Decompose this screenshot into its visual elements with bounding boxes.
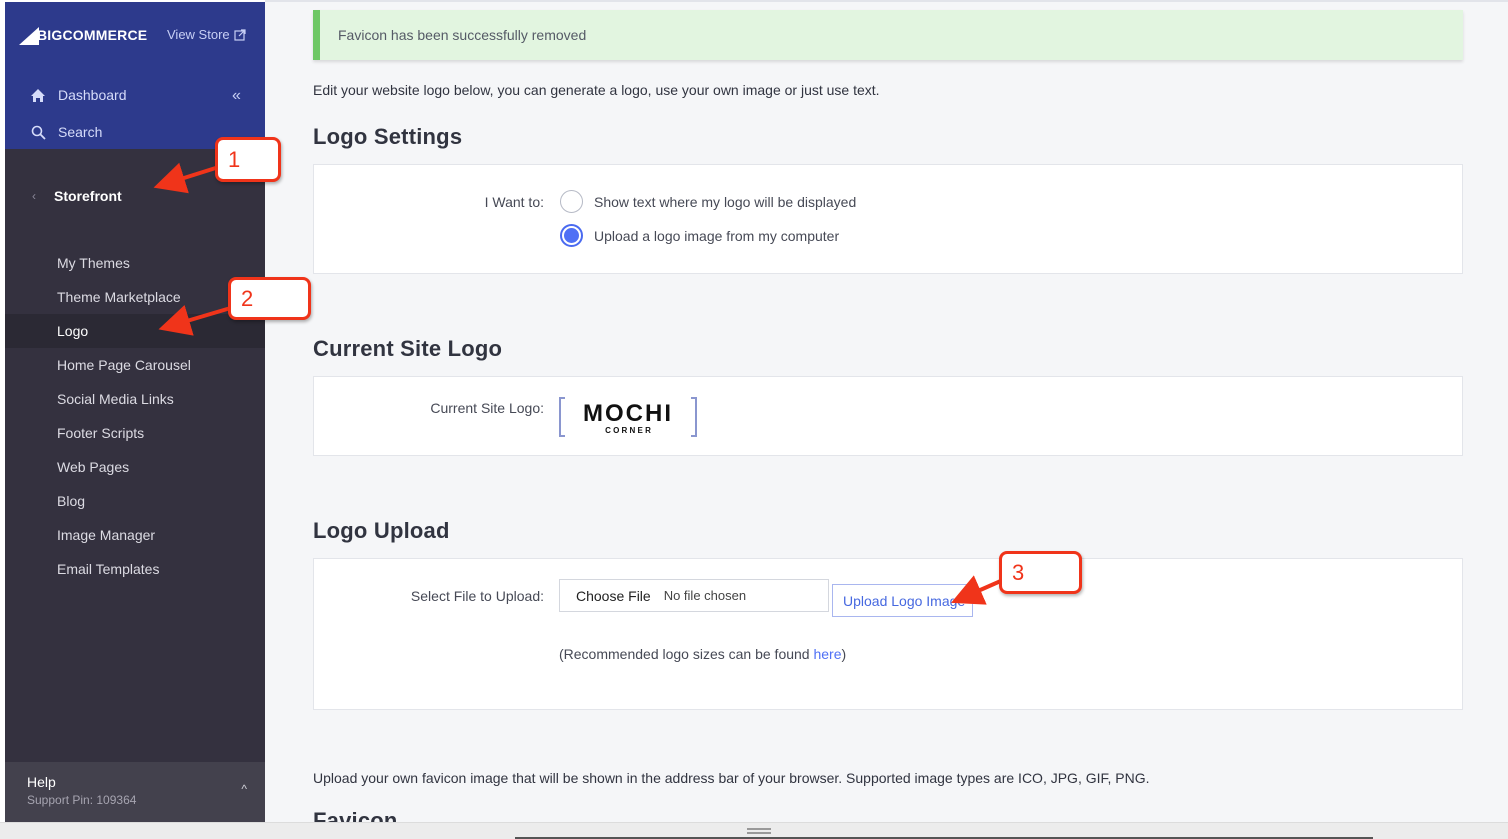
rec-suffix: ): [841, 646, 847, 662]
sidebar-item-label: My Themes: [57, 255, 130, 271]
logo-settings-title: Logo Settings: [313, 124, 463, 149]
sidebar-item-label: Image Manager: [57, 527, 156, 543]
sidebar-item-label: Logo: [57, 323, 89, 339]
sidebar-item-label: Web Pages: [57, 459, 130, 475]
sidebar-item-logo[interactable]: Logo: [5, 314, 265, 348]
chevron-left-icon: ‹: [32, 189, 36, 203]
storefront-back-nav[interactable]: ‹ Storefront: [32, 188, 122, 204]
sidebar-item-my-themes[interactable]: My Themes: [5, 246, 265, 280]
sidebar-item-theme-marketplace[interactable]: Theme Marketplace: [5, 280, 265, 314]
nav-search-label: Search: [58, 124, 103, 140]
recommended-sizes-note: (Recommended logo sizes can be found her…: [559, 646, 846, 662]
bigcommerce-logo[interactable]: BIGCOMMERCE: [19, 24, 147, 46]
nav-dashboard[interactable]: Dashboard: [29, 86, 127, 104]
sidebar: BIGCOMMERCE View Store Dashboard « Searc…: [5, 2, 265, 822]
collapse-sidebar-icon[interactable]: «: [232, 87, 241, 105]
sidebar-item-label: Home Page Carousel: [57, 357, 191, 373]
callout-number: 3: [1012, 559, 1025, 585]
sidebar-item-label: Blog: [57, 493, 86, 509]
intro-text: Edit your website logo below, you can ge…: [313, 82, 880, 98]
home-icon: [29, 86, 47, 104]
sidebar-header: BIGCOMMERCE View Store Dashboard « Searc…: [5, 2, 265, 149]
no-file-chosen-text: No file chosen: [663, 588, 747, 603]
help-panel[interactable]: Help Support Pin: 109364 ^: [5, 762, 265, 822]
sidebar-item-blog[interactable]: Blog: [5, 484, 265, 518]
callout-number: 1: [228, 146, 241, 172]
sidebar-item-label: Email Templates: [57, 561, 160, 577]
radio-upload-image[interactable]: Upload a logo image from my computer: [560, 224, 839, 247]
current-site-logo-title: Current Site Logo: [313, 336, 503, 361]
nav-search[interactable]: Search: [29, 123, 102, 141]
sidebar-item-social-media-links[interactable]: Social Media Links: [5, 382, 265, 416]
radio-button-checked[interactable]: [560, 224, 583, 247]
success-alert: Favicon has been successfully removed: [313, 10, 1463, 60]
upload-logo-image-button[interactable]: Upload Logo Image: [832, 584, 973, 617]
radio-label: Show text where my logo will be displaye…: [594, 193, 857, 210]
annotation-callout-1: 1: [215, 137, 281, 182]
sidebar-item-home-page-carousel[interactable]: Home Page Carousel: [5, 348, 265, 382]
support-pin: Support Pin: 109364: [27, 793, 137, 807]
radio-label: Upload a logo image from my computer: [594, 227, 840, 244]
brand-triangle-icon: [19, 27, 39, 45]
rec-prefix: (Recommended logo sizes can be found: [559, 646, 814, 662]
annotation-callout-3: 3: [999, 551, 1082, 594]
view-store-link[interactable]: View Store: [167, 27, 246, 42]
file-input[interactable]: Choose File No file chosen: [559, 579, 829, 612]
favicon-note: Upload your own favicon image that will …: [313, 770, 1150, 786]
annotation-callout-2: 2: [228, 277, 311, 320]
sidebar-item-label: Footer Scripts: [57, 425, 145, 441]
radio-button[interactable]: [560, 190, 583, 213]
i-want-to-label: I Want to:: [484, 194, 544, 210]
logo-upload-panel: Select File to Upload: Choose File No fi…: [313, 558, 1463, 710]
nav-dashboard-label: Dashboard: [58, 87, 127, 103]
logo-upload-title: Logo Upload: [313, 518, 450, 543]
favicon-title: Favicon: [313, 808, 398, 822]
svg-text:MOCHI: MOCHI: [583, 400, 673, 427]
recommended-sizes-link[interactable]: here: [813, 646, 841, 662]
select-file-label: Select File to Upload:: [410, 588, 544, 604]
main-content: Favicon has been successfully removed Ed…: [265, 0, 1508, 822]
svg-text:C O R N E R: C O R N E R: [605, 426, 651, 435]
radio-show-text[interactable]: Show text where my logo will be displaye…: [560, 190, 856, 213]
view-store-label: View Store: [167, 27, 230, 42]
current-logo-panel: Current Site Logo: MOCHI C O R N E R: [313, 376, 1463, 456]
alert-message: Favicon has been successfully removed: [338, 27, 587, 43]
search-icon: [29, 123, 47, 141]
sidebar-item-label: Social Media Links: [57, 391, 174, 407]
storefront-submenu: My Themes Theme Marketplace Logo Home Pa…: [5, 246, 265, 586]
sidebar-item-label: Theme Marketplace: [57, 289, 181, 305]
help-title: Help: [27, 774, 56, 790]
sidebar-item-web-pages[interactable]: Web Pages: [5, 450, 265, 484]
choose-file-button[interactable]: Choose File: [576, 588, 651, 604]
current-logo-label: Current Site Logo:: [430, 400, 544, 416]
mochi-corner-logo: MOCHI C O R N E R: [559, 397, 697, 437]
sidebar-item-image-manager[interactable]: Image Manager: [5, 518, 265, 552]
resize-grip-icon[interactable]: [747, 828, 771, 834]
storefront-label: Storefront: [54, 188, 122, 204]
external-link-icon: [234, 28, 246, 41]
window-bottom-bar: [0, 822, 1508, 839]
logo-settings-panel: I Want to: Show text where my logo will …: [313, 164, 1463, 274]
brand-text: BIGCOMMERCE: [37, 27, 148, 43]
sidebar-item-email-templates[interactable]: Email Templates: [5, 552, 265, 586]
callout-number: 2: [241, 285, 254, 311]
chevron-up-icon[interactable]: ^: [241, 782, 247, 796]
sidebar-item-footer-scripts[interactable]: Footer Scripts: [5, 416, 265, 450]
